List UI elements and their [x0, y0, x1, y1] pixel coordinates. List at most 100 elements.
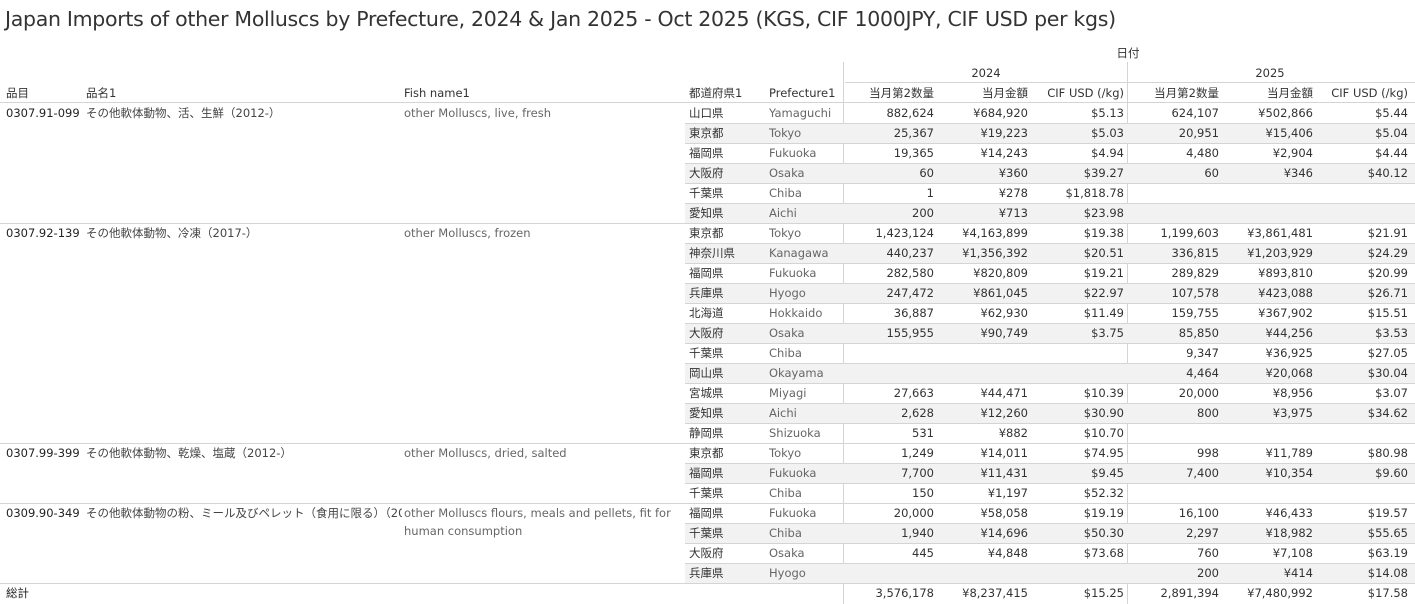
- value-cell: ¥360: [998, 166, 1028, 180]
- value-cell: $15.51: [1367, 306, 1408, 320]
- value-cell: 159,755: [1171, 306, 1219, 320]
- value-cell: ¥14,696: [980, 526, 1028, 540]
- value-cell: 800: [1197, 406, 1219, 420]
- value-cell: $3.75: [1091, 326, 1124, 340]
- value-cell: ¥62,930: [980, 306, 1028, 320]
- value-cell: 200: [912, 206, 934, 220]
- prefecture-jp: 大阪府: [689, 326, 724, 340]
- value-cell: $30.04: [1367, 366, 1408, 380]
- value-cell: 36,887: [893, 306, 934, 320]
- value-cell: $27.05: [1367, 346, 1408, 360]
- value-cell: $34.62: [1367, 406, 1408, 420]
- value-cell: ¥14,011: [980, 446, 1028, 460]
- fish-name-en: other Molluscs flours, meals and pellets…: [404, 506, 671, 538]
- value-cell: ¥1,197: [987, 486, 1028, 500]
- prefecture-en: Hyogo: [769, 566, 806, 580]
- item-name-jp: その他軟体動物、乾燥、塩蔵（2012-）: [86, 446, 292, 460]
- value-cell: $50.30: [1083, 526, 1124, 540]
- value-cell: $5.13: [1091, 106, 1124, 120]
- value-cell: 445: [912, 546, 934, 560]
- value-cell: [1315, 203, 1408, 223]
- prefecture-jp: 宮城県: [689, 386, 724, 400]
- prefecture-en: Tokyo: [769, 226, 802, 240]
- value-cell: [1129, 423, 1219, 443]
- prefecture-en: Fukuoka: [769, 466, 817, 480]
- value-cell: $20.99: [1367, 266, 1408, 280]
- value-cell: 20,951: [1178, 126, 1219, 140]
- prefecture-jp: 千葉県: [689, 526, 724, 540]
- value-cell: $19.38: [1083, 226, 1124, 240]
- value-cell: $5.04: [1375, 126, 1408, 140]
- value-cell: 1,199,603: [1160, 226, 1219, 240]
- value-cell: ¥367,902: [1258, 306, 1313, 320]
- value-cell: 150: [912, 486, 934, 500]
- value-cell: 155,955: [886, 326, 934, 340]
- value-cell: ¥502,866: [1258, 106, 1313, 120]
- prefecture-en: Osaka: [769, 546, 805, 560]
- prefecture-en: Chiba: [769, 526, 802, 540]
- value-cell: ¥12,260: [980, 406, 1028, 420]
- value-cell: $30.90: [1083, 406, 1124, 420]
- value-cell: 7,700: [901, 466, 934, 480]
- prefecture-en: Chiba: [769, 486, 802, 500]
- value-cell: 440,237: [886, 246, 934, 260]
- prefecture-jp: 大阪府: [689, 166, 724, 180]
- prefecture-jp: 福岡県: [689, 146, 724, 160]
- value-cell: ¥46,433: [1265, 506, 1313, 520]
- prefecture-en: Aichi: [769, 406, 797, 420]
- grand-total-value: ¥7,480,992: [1247, 586, 1313, 600]
- grand-total-value: ¥8,237,415: [962, 586, 1028, 600]
- value-cell: 1: [926, 186, 934, 200]
- value-cell: 282,580: [886, 266, 934, 280]
- prefecture-en: Okayama: [769, 366, 824, 380]
- value-cell: ¥3,861,481: [1247, 226, 1313, 240]
- value-cell: ¥4,163,899: [962, 226, 1028, 240]
- prefecture-jp: 福岡県: [689, 266, 724, 280]
- value-cell: $14.08: [1367, 566, 1408, 580]
- value-cell: [1030, 363, 1124, 383]
- value-cell: [1221, 483, 1313, 503]
- prefecture-en: Hyogo: [769, 286, 806, 300]
- value-cell: [936, 363, 1028, 383]
- prefecture-jp: 岡山県: [689, 366, 724, 380]
- value-cell: ¥36,925: [1265, 346, 1313, 360]
- value-cell: [1315, 183, 1408, 203]
- value-cell: ¥58,058: [980, 506, 1028, 520]
- value-cell: ¥861,045: [973, 286, 1028, 300]
- prefecture-jp: 山口県: [689, 106, 724, 120]
- value-cell: ¥414: [1283, 566, 1313, 580]
- prefecture-en: Hokkaido: [769, 306, 823, 320]
- prefecture-en: Fukuoka: [769, 266, 817, 280]
- value-cell: 85,850: [1178, 326, 1219, 340]
- value-cell: ¥44,256: [1265, 326, 1313, 340]
- value-cell: 289,829: [1171, 266, 1219, 280]
- value-cell: $9.45: [1091, 466, 1124, 480]
- value-cell: [1221, 203, 1313, 223]
- item-name-jp: その他軟体動物、活、生鮮（2012-）: [86, 106, 281, 120]
- value-cell: $63.19: [1367, 546, 1408, 560]
- prefecture-en: Osaka: [769, 326, 805, 340]
- data-table: 山口県 Yamaguchi 882,624 ¥684,920 $5.13 624,107 ¥…: [0, 0, 1415, 604]
- value-cell: 247,472: [886, 286, 934, 300]
- value-cell: ¥346: [1283, 166, 1313, 180]
- value-cell: 336,815: [1171, 246, 1219, 260]
- value-cell: [936, 343, 1028, 363]
- prefecture-jp: 東京都: [689, 226, 724, 240]
- prefecture-en: Chiba: [769, 186, 802, 200]
- value-cell: ¥7,108: [1272, 546, 1313, 560]
- value-cell: $40.12: [1367, 166, 1408, 180]
- value-cell: ¥4,848: [987, 546, 1028, 560]
- value-cell: $4.94: [1091, 146, 1124, 160]
- value-cell: ¥14,243: [980, 146, 1028, 160]
- value-cell: [845, 343, 934, 363]
- value-cell: $52.32: [1083, 486, 1124, 500]
- prefecture-jp: 福岡県: [689, 466, 724, 480]
- value-cell: ¥820,809: [973, 266, 1028, 280]
- prefecture-jp: 千葉県: [689, 486, 724, 500]
- value-cell: $9.60: [1375, 466, 1408, 480]
- prefecture-jp: 兵庫県: [689, 566, 724, 580]
- value-cell: [1030, 563, 1124, 583]
- value-cell: ¥90,749: [980, 326, 1028, 340]
- prefecture-en: Yamaguchi: [769, 106, 832, 120]
- prefecture-jp: 千葉県: [689, 346, 724, 360]
